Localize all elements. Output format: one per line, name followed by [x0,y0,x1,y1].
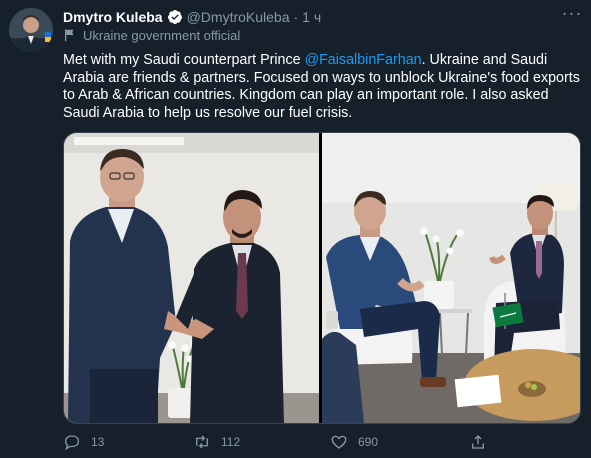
share-button[interactable] [469,432,497,452]
reply-button[interactable]: 13 [63,432,104,452]
photo-grid [64,133,580,423]
author-name[interactable]: Dmytro Kuleba [63,9,163,25]
tweet-text: Met with my Saudi counterpart Prince @Fa… [63,52,583,122]
action-bar: 13 112 690 [63,432,573,452]
reply-icon [64,435,80,451]
retweet-count: 112 [221,435,241,449]
retweet-button[interactable]: 112 [193,432,240,452]
photo-meeting[interactable] [322,133,580,423]
tweet[interactable]: Dmytro Kuleba @DmytroKuleba · 1 ч ··· Uk… [0,0,591,458]
mention-link[interactable]: @FaisalbinFarhan [305,52,422,68]
separator-dot: · [293,9,299,25]
retweet-icon [196,435,208,449]
photo-handshake[interactable] [64,133,319,423]
avatar[interactable] [9,8,53,52]
like-count: 690 [358,435,379,449]
government-label: Ukraine government official [63,27,240,43]
verified-badge-icon [167,10,182,24]
media-grid[interactable] [63,132,581,424]
government-label-text: Ukraine government official [83,27,241,43]
more-icon[interactable]: ··· [560,4,584,24]
like-icon [331,435,347,449]
government-flag-icon [64,29,74,42]
like-button[interactable]: 690 [330,432,378,452]
tweet-timestamp[interactable]: 1 ч [302,9,321,25]
reply-count: 13 [91,435,105,449]
share-icon [472,435,484,449]
author-handle[interactable]: @DmytroKuleba [187,9,290,25]
tweet-header: Dmytro Kuleba @DmytroKuleba · 1 ч [63,8,321,26]
tweet-text-start: Met with my Saudi counterpart Prince [63,52,305,68]
